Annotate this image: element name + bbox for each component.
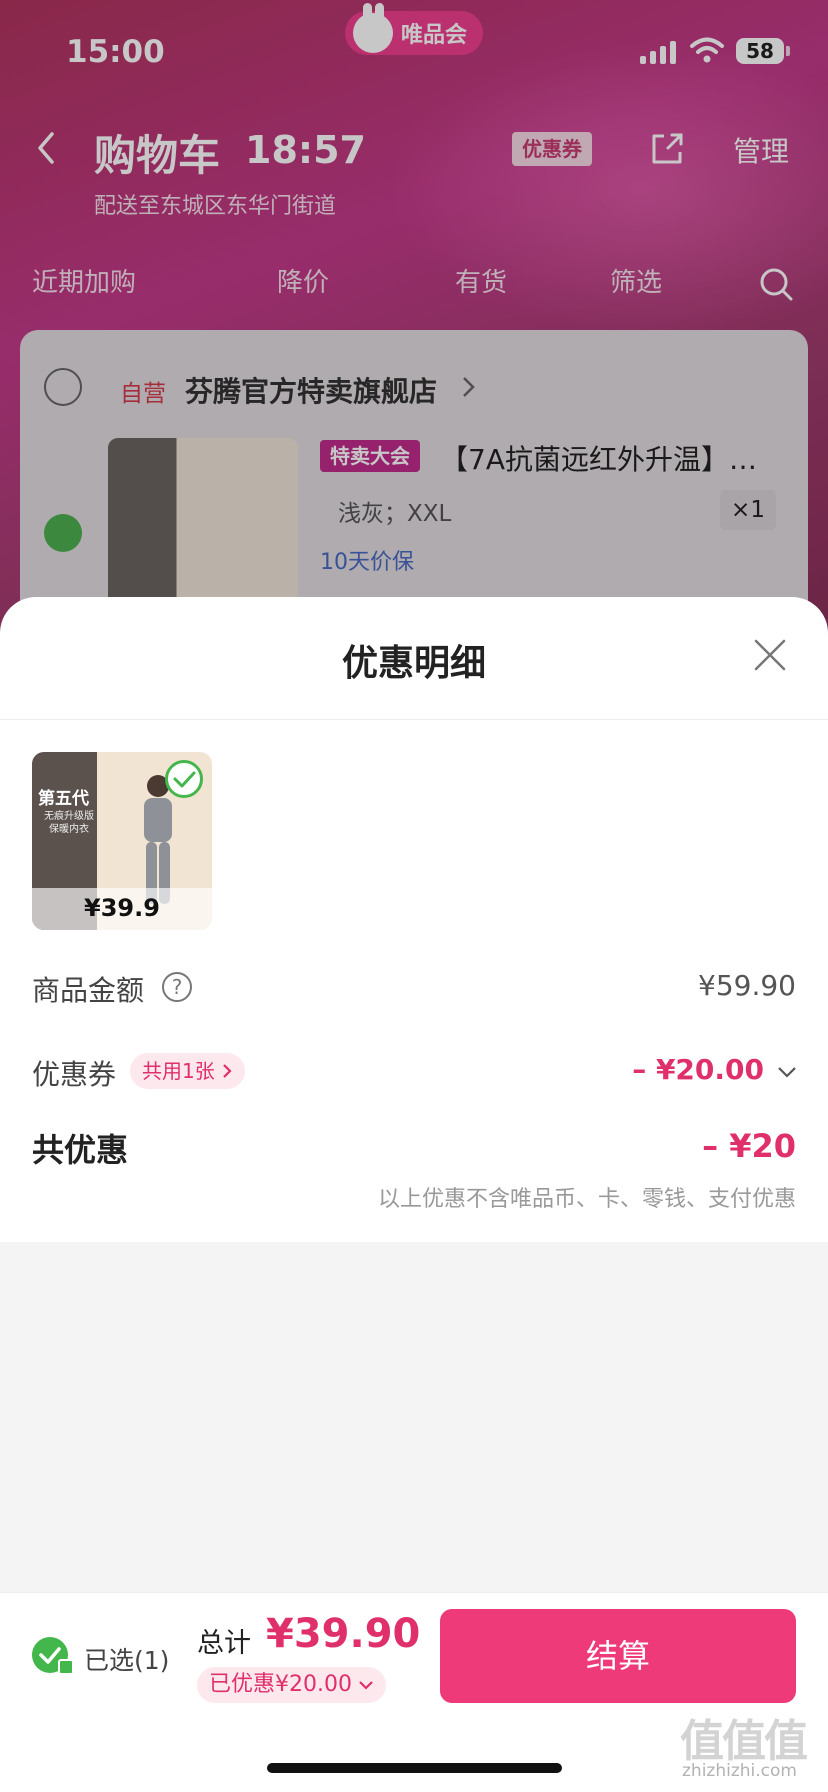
goods-amount-label: 商品金额 <box>32 974 145 1007</box>
chevron-down-icon <box>359 1681 373 1690</box>
coupon-label: 优惠券 <box>32 1058 117 1091</box>
watermark-url: zhizhizhi.com <box>682 1761 797 1781</box>
coupon-shared-pill[interactable]: 共用1张 <box>130 1053 245 1089</box>
thumb-text-line2: 无痕升级版 保暖内衣 <box>44 811 94 835</box>
goods-amount-value: ¥59.90 <box>698 969 796 1002</box>
product-thumbnail[interactable]: 第五代 无痕升级版 保暖内衣 ¥39.9 <box>32 752 212 930</box>
coupon-shared-text: 共用1张 <box>142 1059 215 1083</box>
discount-detail-sheet: 优惠明细 第五代 无痕升级版 保暖内衣 ¥39.9 商品金额 ? ¥59.90 … <box>0 597 828 1242</box>
checkout-bar: 已选(1) 总计 ¥39.90 已优惠¥20.00 结算 值值值 zhizhiz… <box>0 1592 828 1792</box>
help-icon[interactable]: ? <box>162 972 192 1002</box>
discount-note: 以上优惠不含唯品币、卡、零钱、支付优惠 <box>377 1187 796 1212</box>
coupon-value[interactable]: – ¥20.00 <box>632 1053 764 1086</box>
discount-pill[interactable]: 已优惠¥20.00 <box>197 1667 386 1703</box>
watermark-text: 值值值 <box>680 1716 808 1767</box>
lock-icon <box>58 1659 74 1675</box>
total-label: 总计 <box>197 1628 251 1659</box>
thumb-text-line1: 第五代 <box>38 789 89 809</box>
watermark-logo: 值值值 zhizhizhi.com <box>672 1703 828 1791</box>
total-discount-value: – ¥20 <box>702 1127 796 1165</box>
thumb-price: ¥39.9 <box>84 894 160 922</box>
divider <box>0 719 828 720</box>
total-discount-label: 共优惠 <box>32 1131 129 1169</box>
close-icon[interactable] <box>752 637 788 673</box>
sheet-title: 优惠明细 <box>341 643 486 684</box>
home-indicator[interactable] <box>267 1763 562 1773</box>
modal-overlay[interactable] <box>0 0 828 640</box>
selected-count: 已选(1) <box>84 1646 170 1675</box>
discount-pill-text: 已优惠¥20.00 <box>209 1672 352 1697</box>
cart-page-background: 15:00 唯品会 58 购物车 18:57 优惠券 管理 配送至东城区东华门街… <box>0 0 828 640</box>
chevron-right-icon <box>222 1064 232 1078</box>
selected-check-icon <box>165 760 203 798</box>
total-price: ¥39.90 <box>266 1611 421 1657</box>
chevron-down-icon[interactable] <box>776 1064 798 1080</box>
checkout-button[interactable]: 结算 <box>440 1609 796 1703</box>
